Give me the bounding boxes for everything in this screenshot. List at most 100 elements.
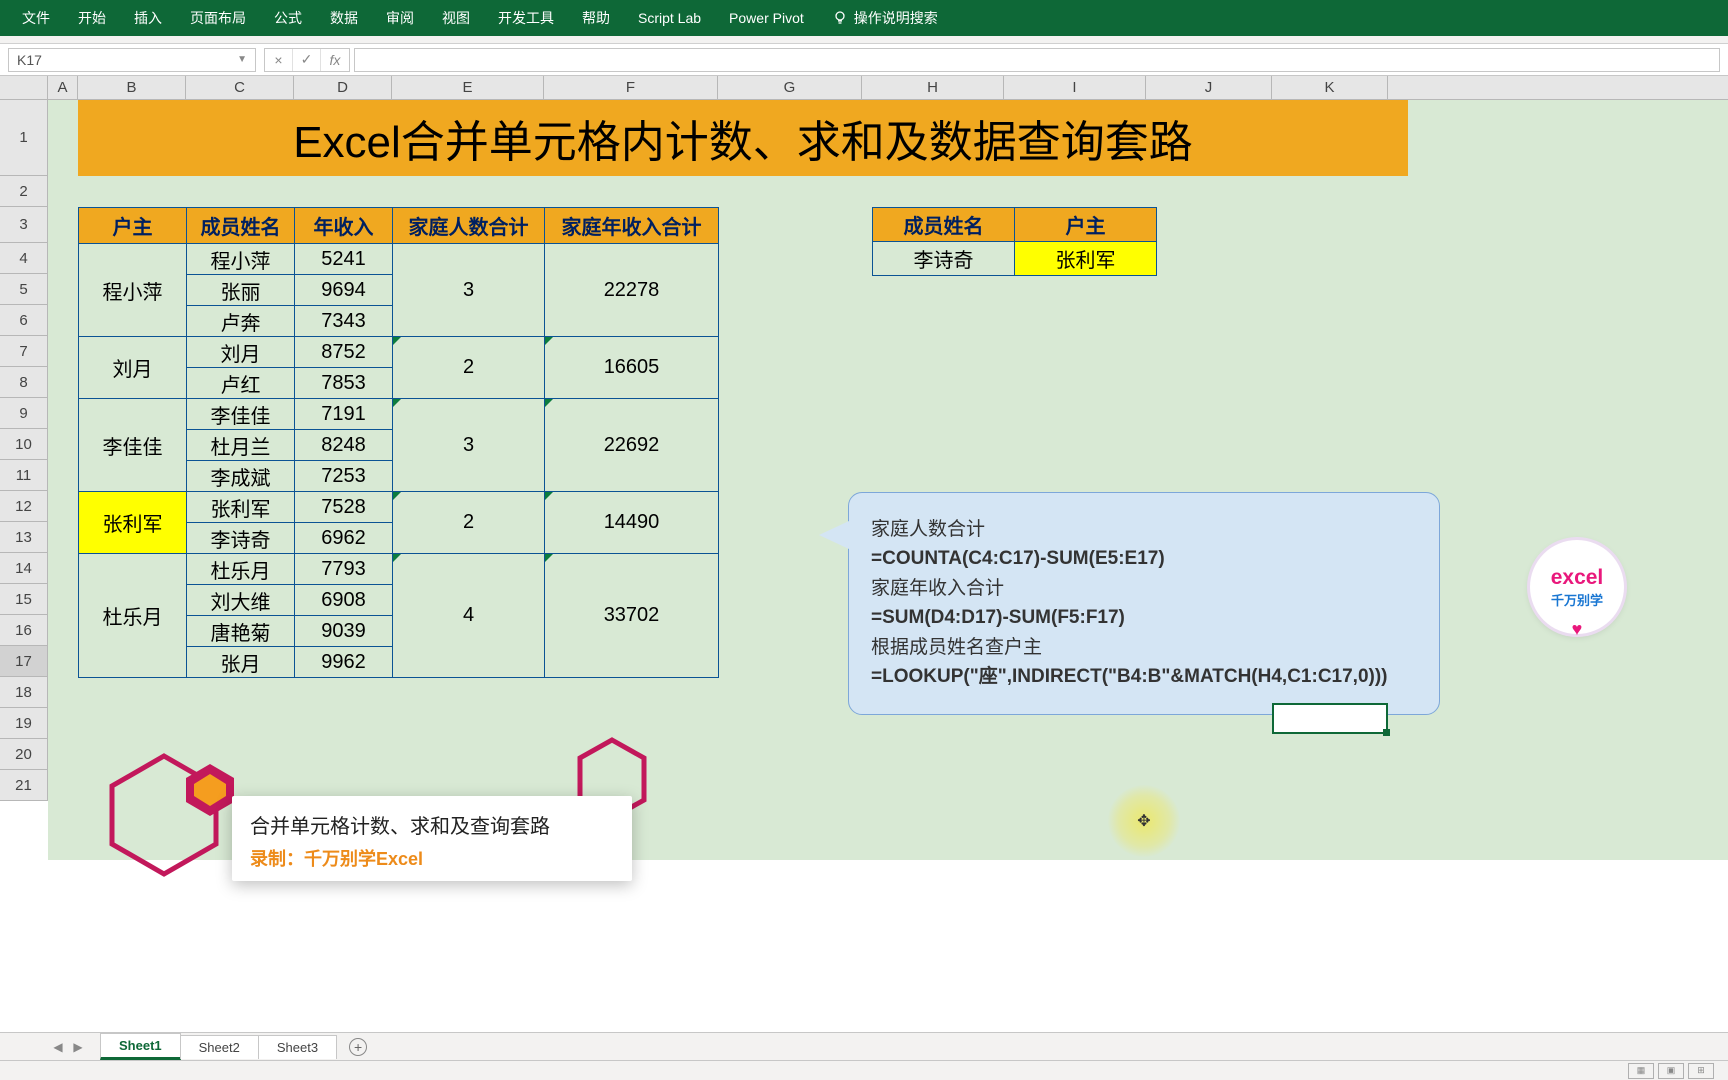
cell-income[interactable]: 5241	[295, 244, 393, 275]
th-lookup-name[interactable]: 成员姓名	[873, 208, 1015, 242]
view-pagebreak-icon[interactable]: ⊞	[1688, 1063, 1714, 1079]
row-header-20[interactable]: 20	[0, 739, 47, 770]
cell-member[interactable]: 李诗奇	[187, 523, 295, 554]
cell-income[interactable]: 7528	[295, 492, 393, 523]
row-header-11[interactable]: 11	[0, 460, 47, 491]
cell-income[interactable]: 9039	[295, 616, 393, 647]
cell-member[interactable]: 程小萍	[187, 244, 295, 275]
ribbon-tab-developer[interactable]: 开发工具	[484, 0, 568, 36]
cell-income[interactable]: 8248	[295, 430, 393, 461]
cell-income[interactable]: 6962	[295, 523, 393, 554]
th-sum[interactable]: 家庭年收入合计	[545, 208, 719, 244]
add-sheet-button[interactable]: +	[344, 1035, 372, 1059]
worksheet[interactable]: Excel合并单元格内计数、求和及数据查询套路 户主 成员姓名 年收入 家庭人数…	[48, 100, 1728, 801]
row-header-16[interactable]: 16	[0, 615, 47, 646]
col-header-b[interactable]: B	[78, 76, 186, 99]
cell-member[interactable]: 杜乐月	[187, 554, 295, 585]
ribbon-tab-review[interactable]: 审阅	[372, 0, 428, 36]
row-header-3[interactable]: 3	[0, 207, 47, 243]
cell-lookup-name[interactable]: 李诗奇	[873, 242, 1015, 276]
view-normal-icon[interactable]: ▦	[1628, 1063, 1654, 1079]
tab-nav-first-icon[interactable]: ◀	[48, 1040, 68, 1054]
row-header-4[interactable]: 4	[0, 243, 47, 274]
cell-lookup-owner[interactable]: 张利军	[1015, 242, 1157, 276]
cell-count[interactable]: 2	[393, 492, 545, 554]
sheet-tab-2[interactable]: Sheet2	[180, 1035, 259, 1059]
cell-income[interactable]: 7343	[295, 306, 393, 337]
col-header-c[interactable]: C	[186, 76, 294, 99]
ribbon-tab-data[interactable]: 数据	[316, 0, 372, 36]
sheet-tab-1[interactable]: Sheet1	[100, 1033, 181, 1060]
row-header-1[interactable]: 1	[0, 100, 47, 176]
ribbon-tab-formulas[interactable]: 公式	[260, 0, 316, 36]
cell-member[interactable]: 张月	[187, 647, 295, 678]
row-header-21[interactable]: 21	[0, 770, 47, 801]
ribbon-tab-view[interactable]: 视图	[428, 0, 484, 36]
cell-member[interactable]: 杜月兰	[187, 430, 295, 461]
col-header-a[interactable]: A	[48, 76, 78, 99]
cell-member[interactable]: 刘月	[187, 337, 295, 368]
cell-owner[interactable]: 张利军	[79, 492, 187, 554]
cell-owner[interactable]: 李佳佳	[79, 399, 187, 492]
ribbon-tab-home[interactable]: 开始	[64, 0, 120, 36]
row-header-18[interactable]: 18	[0, 677, 47, 708]
sheet-tab-3[interactable]: Sheet3	[258, 1035, 337, 1059]
row-header-5[interactable]: 5	[0, 274, 47, 305]
row-header-10[interactable]: 10	[0, 429, 47, 460]
th-lookup-owner[interactable]: 户主	[1015, 208, 1157, 242]
row-header-12[interactable]: 12	[0, 491, 47, 522]
ribbon-tab-scriptlab[interactable]: Script Lab	[624, 0, 715, 36]
cell-sum[interactable]: 22278	[545, 244, 719, 337]
cell-count[interactable]: 4	[393, 554, 545, 678]
row-header-17[interactable]: 17	[0, 646, 47, 677]
fx-enter-button[interactable]: ✓	[293, 49, 321, 71]
cell-income[interactable]: 7793	[295, 554, 393, 585]
cell-count[interactable]: 3	[393, 399, 545, 492]
th-member[interactable]: 成员姓名	[187, 208, 295, 244]
view-pagelayout-icon[interactable]: ▣	[1658, 1063, 1684, 1079]
cell-count[interactable]: 2	[393, 337, 545, 399]
active-cell-k17[interactable]	[1272, 703, 1388, 734]
tell-me-search[interactable]: 操作说明搜索	[818, 8, 952, 28]
row-header-9[interactable]: 9	[0, 398, 47, 429]
cell-income[interactable]: 9962	[295, 647, 393, 678]
cell-member[interactable]: 张利军	[187, 492, 295, 523]
fx-cancel-button[interactable]: ×	[265, 49, 293, 71]
formula-bar[interactable]	[354, 48, 1720, 72]
cell-owner[interactable]: 刘月	[79, 337, 187, 399]
cell-count[interactable]: 3	[393, 244, 545, 337]
col-header-g[interactable]: G	[718, 76, 862, 99]
ribbon-tab-pagelayout[interactable]: 页面布局	[176, 0, 260, 36]
cell-sum[interactable]: 33702	[545, 554, 719, 678]
cell-income[interactable]: 8752	[295, 337, 393, 368]
cell-member[interactable]: 李佳佳	[187, 399, 295, 430]
name-box-dropdown-icon[interactable]: ▼	[237, 54, 247, 65]
col-header-f[interactable]: F	[544, 76, 718, 99]
row-header-2[interactable]: 2	[0, 176, 47, 207]
col-header-d[interactable]: D	[294, 76, 392, 99]
cell-member[interactable]: 唐艳菊	[187, 616, 295, 647]
cell-member[interactable]: 刘大维	[187, 585, 295, 616]
col-header-e[interactable]: E	[392, 76, 544, 99]
cell-member[interactable]: 张丽	[187, 275, 295, 306]
cell-income[interactable]: 9694	[295, 275, 393, 306]
col-header-j[interactable]: J	[1146, 76, 1272, 99]
cell-income[interactable]: 7253	[295, 461, 393, 492]
row-header-6[interactable]: 6	[0, 305, 47, 336]
fx-insert-function-button[interactable]: fx	[321, 49, 349, 71]
ribbon-tab-file[interactable]: 文件	[8, 0, 64, 36]
col-header-i[interactable]: I	[1004, 76, 1146, 99]
cell-income[interactable]: 6908	[295, 585, 393, 616]
row-header-19[interactable]: 19	[0, 708, 47, 739]
cell-sum[interactable]: 22692	[545, 399, 719, 492]
cell-income[interactable]: 7191	[295, 399, 393, 430]
cell-owner[interactable]: 杜乐月	[79, 554, 187, 678]
th-income[interactable]: 年收入	[295, 208, 393, 244]
cell-sum[interactable]: 14490	[545, 492, 719, 554]
cell-income[interactable]: 7853	[295, 368, 393, 399]
th-count[interactable]: 家庭人数合计	[393, 208, 545, 244]
col-header-h[interactable]: H	[862, 76, 1004, 99]
tab-nav-last-icon[interactable]: ▶	[68, 1040, 88, 1054]
row-header-13[interactable]: 13	[0, 522, 47, 553]
cell-member[interactable]: 卢红	[187, 368, 295, 399]
